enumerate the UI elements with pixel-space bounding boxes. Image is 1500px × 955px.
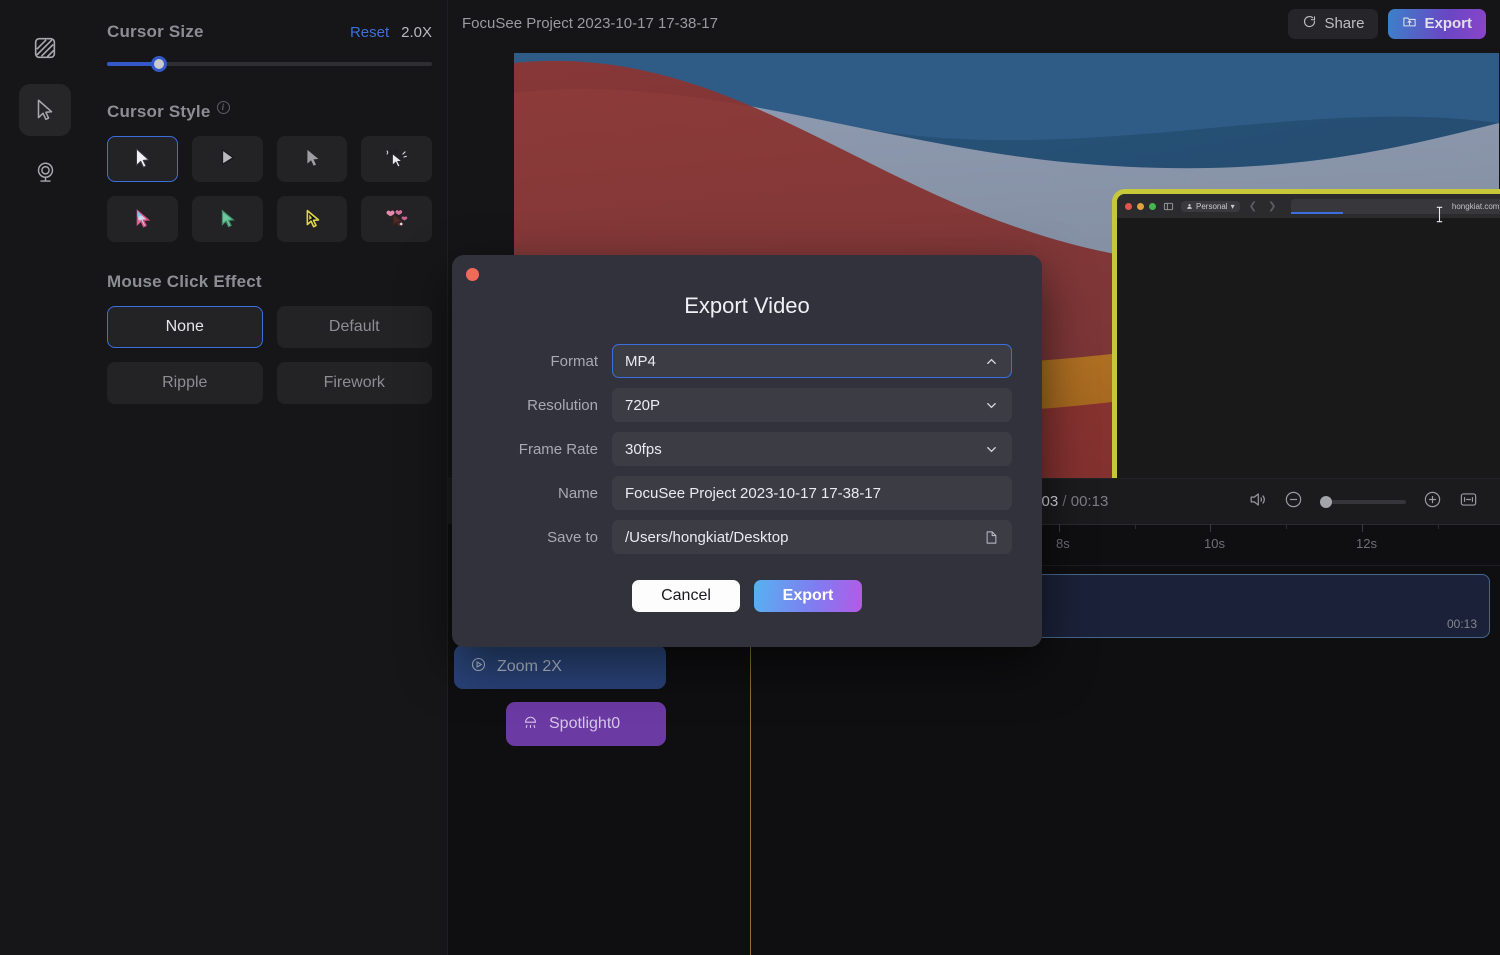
form-row-saveto: Save to /Users/hongkiat/Desktop <box>482 520 1012 554</box>
resolution-value: 720P <box>625 396 661 414</box>
form-row-format: Format MP4 <box>482 344 1012 378</box>
format-select[interactable]: MP4 <box>612 344 1012 378</box>
cancel-button[interactable]: Cancel <box>632 580 740 612</box>
focusee-app: Cursor Size Reset 2.0X Cursor Style i Mo… <box>0 0 1500 955</box>
format-label: Format <box>550 352 598 370</box>
save-to-label: Save to <box>547 528 598 546</box>
form-row-name: Name FocuSee Project 2023-10-17 17-38-17 <box>482 476 1012 510</box>
chevron-down-icon <box>984 398 999 413</box>
form-row-resolution: Resolution 720P <box>482 388 1012 422</box>
export-video-dialog: Export Video Format MP4 Resolution 720P <box>452 255 1042 647</box>
dialog-title: Export Video <box>684 293 810 318</box>
form-row-framerate: Frame Rate 30fps <box>482 432 1012 466</box>
save-to-input[interactable]: /Users/hongkiat/Desktop <box>612 520 1012 554</box>
close-icon[interactable] <box>466 268 479 281</box>
frame-rate-select[interactable]: 30fps <box>612 432 1012 466</box>
name-input[interactable]: FocuSee Project 2023-10-17 17-38-17 <box>612 476 1012 510</box>
format-value: MP4 <box>625 352 656 370</box>
chevron-up-icon <box>984 354 999 369</box>
name-value: FocuSee Project 2023-10-17 17-38-17 <box>625 484 881 502</box>
export-form: Format MP4 Resolution 720P Frame Rate 30… <box>452 319 1042 612</box>
save-to-value: /Users/hongkiat/Desktop <box>625 528 789 546</box>
frame-rate-label: Frame Rate <box>518 440 598 458</box>
modal-overlay: Export Video Format MP4 Resolution 720P <box>0 0 1500 955</box>
folder-icon[interactable] <box>984 530 999 545</box>
name-label: Name <box>557 484 598 502</box>
frame-rate-value: 30fps <box>625 440 662 458</box>
resolution-label: Resolution <box>527 396 598 414</box>
chevron-down-icon <box>984 442 999 457</box>
dialog-actions: Cancel Export <box>482 580 1012 612</box>
export-confirm-button[interactable]: Export <box>754 580 862 612</box>
resolution-select[interactable]: 720P <box>612 388 1012 422</box>
